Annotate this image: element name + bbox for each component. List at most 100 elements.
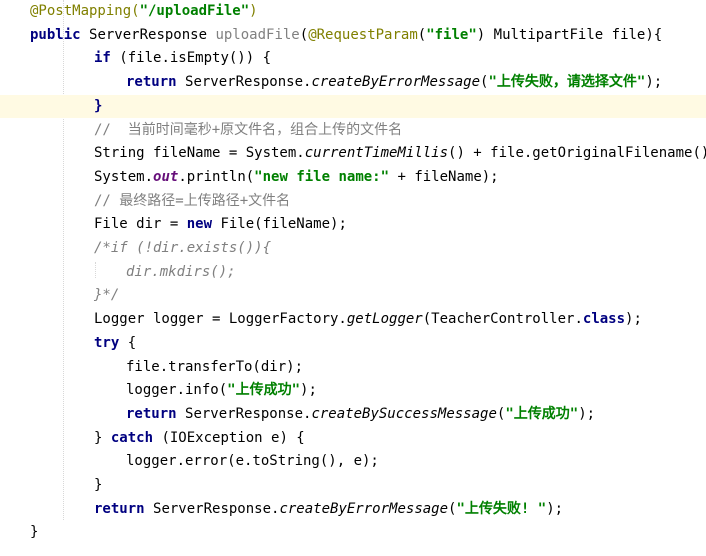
code-text: } [30,521,38,544]
code-token: uploadFile [215,26,300,43]
code-token: "/uploadFile" [139,3,250,19]
code-text: if (file.isEmpty()) { [94,47,271,70]
code-token: // 最终路径=上传路径+文件名 [94,192,291,209]
code-token: out [153,168,179,185]
code-line[interactable]: return ServerResponse.createBySuccessMes… [0,403,706,426]
code-token: // 当前时间毫秒+原文件名，组合上传的文件名 [94,121,403,138]
code-token: logger.error(e.toString(), e); [126,453,379,470]
code-token: ServerResponse [89,26,216,43]
code-line[interactable]: return ServerResponse.createByErrorMessa… [0,71,706,94]
code-token: } [94,97,103,114]
code-line[interactable]: public ServerResponse uploadFile(@Reques… [0,24,706,47]
code-token: (file.isEmpty()) { [119,50,272,67]
code-text: @PostMapping("/uploadFile") [30,0,258,23]
code-line[interactable]: logger.error(e.toString(), e); [0,450,706,473]
code-token: (IOException e) { [161,429,305,446]
code-token: (TeacherController. [422,311,583,328]
code-token: if [94,50,120,67]
code-text: } [94,474,102,497]
code-token: { [127,334,137,351]
code-line[interactable]: file.transferTo(dir); [0,356,706,379]
code-line[interactable]: logger.info("上传成功"); [0,379,706,402]
code-token: ); [645,74,663,91]
code-token: "new file name:" [254,168,390,185]
code-token: class [582,311,626,328]
code-text: // 当前时间毫秒+原文件名，组合上传的文件名 [94,119,402,142]
code-token: logger.info( [126,382,228,399]
code-editor[interactable]: @PostMapping("/uploadFile") public Server… [0,0,706,556]
code-line[interactable]: System.out.println("new file name:" + fi… [0,166,706,189]
code-token: ( [299,26,309,43]
code-text: /*if (!dir.exists()){ [94,237,271,260]
code-token: catch [110,429,162,446]
code-token: ); [300,382,317,399]
code-token: createBySuccessMessage [311,405,497,422]
code-token: ServerResponse. [185,405,312,422]
code-text: File dir = new File(fileName); [94,213,347,236]
code-token: return [94,500,154,517]
code-line[interactable]: } [0,521,706,544]
code-line[interactable]: // 当前时间毫秒+原文件名，组合上传的文件名 [0,119,706,142]
code-line[interactable]: dir.mkdirs(); [0,261,706,284]
code-line[interactable]: String fileName = System.currentTimeMill… [0,142,706,165]
code-token: .println( [178,168,255,185]
code-text: } catch (IOException e) { [94,427,305,450]
code-line[interactable]: // 最终路径=上传路径+文件名 [0,190,706,213]
code-text: public ServerResponse uploadFile(@Reques… [30,24,662,47]
code-token: return [126,74,186,91]
code-line[interactable]: }*/ [0,284,706,307]
code-token: "上传成功" [505,405,579,422]
code-token: } [30,524,39,541]
code-text: logger.error(e.toString(), e); [126,450,379,473]
code-text: Logger logger = LoggerFactory.getLogger(… [94,308,642,331]
code-text: return ServerResponse.createBySuccessMes… [126,403,595,426]
code-token: ); [578,405,596,422]
code-text: System.out.println("new file name:" + fi… [94,166,499,189]
code-line[interactable]: } [0,474,706,497]
code-text: } [94,95,102,118]
code-token: currentTimeMillis [304,145,449,162]
code-token: "上传失败! " [456,500,547,517]
code-line[interactable]: return ServerResponse.createByErrorMessa… [0,498,706,521]
code-line[interactable]: File dir = new File(fileName); [0,213,706,236]
code-text: return ServerResponse.createByErrorMessa… [94,498,563,521]
code-token: String fileName = System. [94,145,305,162]
code-token: ); [546,500,564,517]
code-text: dir.mkdirs(); [126,261,236,284]
code-text: }*/ [94,284,119,307]
code-line[interactable]: /*if (!dir.exists()){ [0,237,706,260]
code-token: } [94,477,103,493]
code-token: try [94,334,128,351]
code-token: Logger logger = LoggerFactory. [94,311,347,328]
code-line[interactable]: } [0,94,706,118]
code-token: }*/ [94,287,120,304]
code-token: dir.mkdirs(); [126,263,236,280]
code-text: String fileName = System.currentTimeMill… [94,142,706,165]
code-line[interactable]: if (file.isEmpty()) { [0,47,706,70]
code-token: ) [249,3,258,19]
code-token: File dir = [94,216,187,233]
code-token: File(fileName); [220,216,347,233]
code-text: file.transferTo(dir); [126,356,303,379]
code-token: createByErrorMessage [311,74,481,91]
code-token: new [186,216,221,233]
code-line[interactable]: } catch (IOException e) { [0,427,706,450]
code-line[interactable]: try { [0,332,706,355]
code-token: createByErrorMessage [279,500,449,517]
code-token: ); [625,311,642,328]
code-text: // 最终路径=上传路径+文件名 [94,190,290,213]
code-token: return [126,405,186,422]
code-token: /*if (!dir.exists()){ [94,240,272,256]
code-token: ) MultipartFile file){ [476,26,663,43]
code-token: "上传失败，请选择文件" [488,74,646,91]
code-text: logger.info("上传成功"); [126,379,317,402]
code-token: "file" [426,26,477,43]
code-token: ServerResponse. [185,74,312,91]
code-token: @PostMapping( [30,3,140,19]
code-line[interactable]: Logger logger = LoggerFactory.getLogger(… [0,308,706,331]
code-token: + fileName); [389,168,499,185]
code-token: @RequestParam [308,26,418,43]
code-token: getLogger [346,311,423,328]
code-line[interactable]: @PostMapping("/uploadFile") [0,0,706,23]
code-token: } [94,429,111,446]
